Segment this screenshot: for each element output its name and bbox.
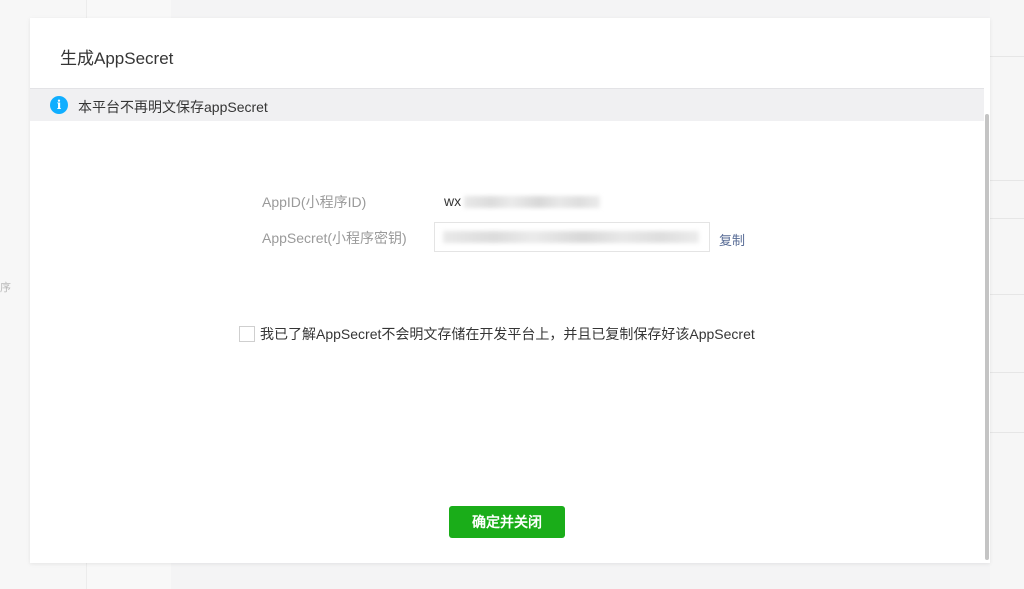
copy-link[interactable]: 复制 — [719, 230, 745, 249]
appid-redacted-mask — [464, 196, 600, 208]
agree-row[interactable]: 我已了解AppSecret不会明文存储在开发平台上，并且已复制保存好该AppSe… — [239, 324, 755, 344]
background-right-panel — [990, 0, 1024, 589]
appsecret-redacted-mask — [443, 231, 699, 243]
background-text-fragment: 序 — [0, 282, 11, 294]
dialog-scrollbar[interactable] — [985, 114, 989, 560]
appid-value: wx — [444, 193, 462, 209]
appsecret-field[interactable] — [434, 222, 710, 252]
confirm-close-button[interactable]: 确定并关闭 — [449, 506, 565, 538]
generate-appsecret-dialog: 生成AppSecret i 本平台不再明文保存appSecret AppID(小… — [30, 18, 990, 563]
agree-checkbox[interactable] — [239, 326, 255, 342]
appid-label: AppID(小程序ID) — [262, 194, 367, 210]
agree-text: 我已了解AppSecret不会明文存储在开发平台上，并且已复制保存好该AppSe… — [260, 326, 755, 342]
notice-bar: i 本平台不再明文保存appSecret — [30, 88, 984, 121]
dialog-title: 生成AppSecret — [60, 49, 174, 68]
notice-text: 本平台不再明文保存appSecret — [78, 99, 268, 115]
appsecret-label: AppSecret(小程序密钥) — [262, 230, 407, 246]
info-icon: i — [50, 96, 68, 114]
